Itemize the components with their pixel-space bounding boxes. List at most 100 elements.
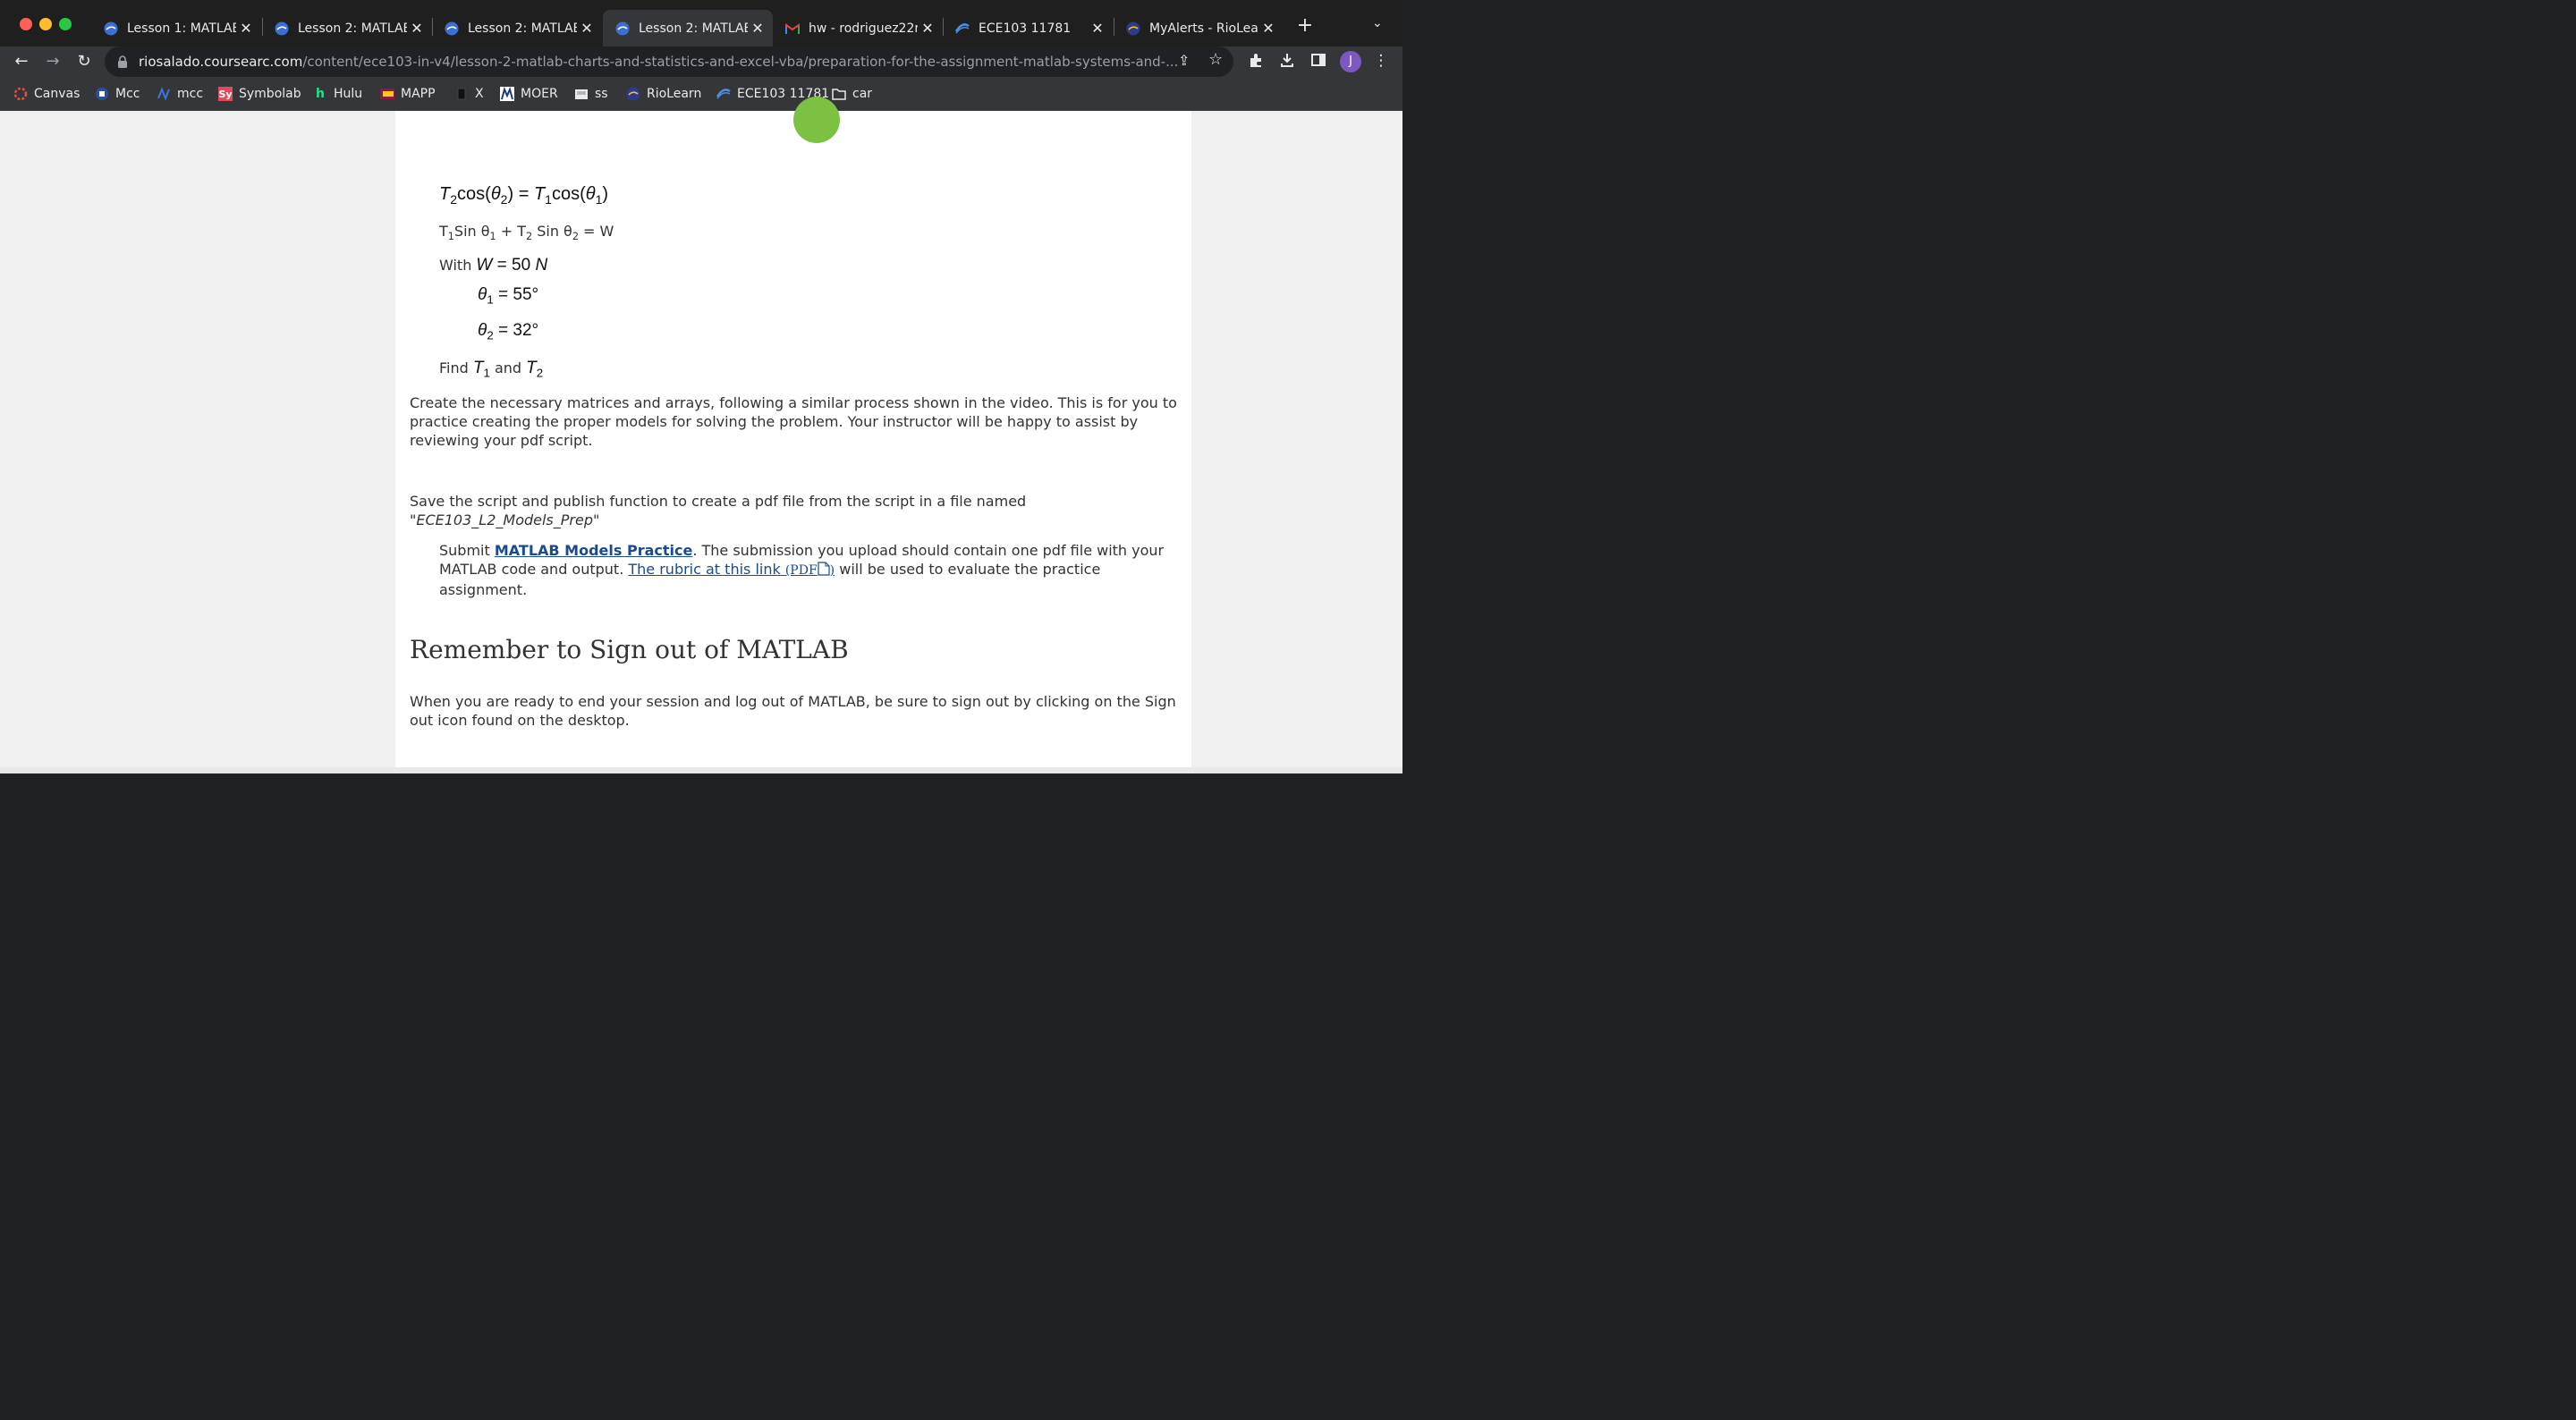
bookmark-mcc-1[interactable]: Mcc bbox=[95, 85, 140, 103]
eq-subscript: 2 bbox=[572, 230, 579, 242]
close-icon[interactable]: ✕ bbox=[1258, 20, 1278, 37]
close-icon[interactable]: ✕ bbox=[577, 20, 597, 37]
eq-symbol: N bbox=[535, 256, 548, 275]
given-theta2: θ2 = 32° bbox=[478, 321, 538, 342]
tab-title: MyAlerts - RioLearn bbox=[1149, 21, 1258, 36]
tab-lesson2-active[interactable]: Lesson 2: MATLAB C ✕ bbox=[603, 10, 773, 46]
bookmark-label: X bbox=[475, 87, 484, 101]
tab-lesson1[interactable]: Lesson 1: MATLAB E ✕ bbox=[91, 10, 261, 46]
hulu-icon: h bbox=[316, 87, 325, 101]
side-panel-icon[interactable] bbox=[1308, 52, 1329, 72]
forward-button[interactable]: → bbox=[42, 51, 64, 72]
maximize-window-button[interactable] bbox=[59, 18, 72, 30]
browser-toolbar: ← → ↻ riosalado.coursearc.com/content/ec… bbox=[0, 46, 1402, 77]
page-viewport: T2cos(θ2) = T1cos(θ1) T1Sin θ1 + T2 Sin … bbox=[0, 97, 1402, 773]
address-bar[interactable]: riosalado.coursearc.com/content/ece103-i… bbox=[105, 46, 1233, 77]
url-text: riosalado.coursearc.com/content/ece103-i… bbox=[139, 54, 1178, 70]
find-label: Find bbox=[439, 359, 473, 376]
bookmark-canvas[interactable]: Canvas bbox=[13, 85, 80, 103]
share-icon[interactable]: ⇪ bbox=[1178, 52, 1190, 69]
back-button[interactable]: ← bbox=[11, 51, 32, 72]
close-icon[interactable]: ✕ bbox=[407, 20, 427, 37]
tab-ece103[interactable]: ECE103 11781 ✕ bbox=[943, 10, 1113, 46]
canvas-course-icon bbox=[716, 87, 731, 101]
tab-lesson2-a[interactable]: Lesson 2: MATLAB C ✕ bbox=[262, 10, 432, 46]
content-card: T2cos(θ2) = T1cos(θ1) T1Sin θ1 + T2 Sin … bbox=[395, 97, 1191, 767]
bookmark-star-icon[interactable]: ☆ bbox=[1208, 50, 1223, 69]
eq-text: T bbox=[439, 223, 448, 240]
close-window-button[interactable] bbox=[20, 18, 32, 30]
tab-myalerts[interactable]: MyAlerts - RioLearn ✕ bbox=[1114, 10, 1284, 46]
reload-button[interactable]: ↻ bbox=[73, 51, 95, 72]
extensions-icon[interactable] bbox=[1245, 52, 1267, 72]
close-icon[interactable]: ✕ bbox=[748, 20, 767, 37]
riolearn-icon bbox=[615, 21, 630, 36]
eq-text: + T bbox=[496, 223, 527, 240]
tab-title: Lesson 2: MATLAB C bbox=[639, 21, 748, 36]
given-weight: With W = 50 N bbox=[439, 256, 547, 275]
save-instructions: Save the script and publish function to … bbox=[410, 492, 1179, 529]
kebab-menu-icon[interactable]: ⋮ bbox=[1370, 52, 1392, 70]
riolearn-icon bbox=[445, 21, 459, 36]
close-icon[interactable]: ✕ bbox=[918, 20, 937, 37]
bookmark-riolearn[interactable]: RioLearn bbox=[626, 85, 701, 103]
save-text: Save the script and publish function to … bbox=[410, 493, 1027, 510]
equation-sin: T1Sin θ1 + T2 Sin θ2 = W bbox=[439, 222, 614, 241]
bookmark-mapp[interactable]: MAPP bbox=[380, 85, 436, 103]
sign-out-paragraph: When you are ready to end your session a… bbox=[410, 693, 1176, 729]
bookmark-mcc-2[interactable]: mcc bbox=[157, 85, 203, 103]
download-icon[interactable] bbox=[1276, 52, 1298, 72]
tab-gmail[interactable]: hw - rodriguez22rd@ ✕ bbox=[773, 10, 943, 46]
gmail-icon bbox=[785, 21, 800, 36]
matlab-models-practice-link[interactable]: MATLAB Models Practice bbox=[495, 542, 692, 559]
eq-symbol: T bbox=[526, 359, 537, 377]
bookmarks-bar: Canvas Mcc mcc Sy Symbolab h Hulu MAPP X… bbox=[0, 77, 1402, 112]
eq-text: and bbox=[489, 359, 527, 376]
folder-icon bbox=[832, 87, 846, 101]
tab-lesson2-b[interactable]: Lesson 2: MATLAB C ✕ bbox=[432, 10, 602, 46]
tab-title: hw - rodriguez22rd@ bbox=[809, 21, 918, 36]
eq-text: = 55° bbox=[493, 285, 539, 304]
eq-subscript: 2 bbox=[487, 328, 494, 342]
mcc-logo-icon bbox=[157, 87, 171, 101]
profile-avatar[interactable]: J bbox=[1340, 51, 1361, 72]
bookmark-x[interactable]: X bbox=[454, 85, 484, 103]
instructions-paragraph: Create the necessary matrices and arrays… bbox=[410, 394, 1177, 449]
tab-strip: Lesson 1: MATLAB E ✕ Lesson 2: MATLAB C … bbox=[0, 0, 1402, 46]
bookmark-symbolab[interactable]: Sy Symbolab bbox=[218, 85, 301, 103]
bookmark-label: RioLearn bbox=[647, 87, 702, 101]
equation-cos: T2cos(θ2) = T1cos(θ1) bbox=[439, 184, 609, 206]
minimize-window-button[interactable] bbox=[39, 18, 52, 30]
pdf-label: (PDF) bbox=[785, 562, 835, 578]
filename-text: "ECE103_L2_Models_Prep" bbox=[410, 511, 600, 528]
eq-text: Sin θ bbox=[532, 223, 572, 240]
with-label: With bbox=[439, 257, 477, 274]
rubric-link-text: The rubric at this link bbox=[628, 561, 781, 578]
tab-title: Lesson 2: MATLAB C bbox=[298, 21, 407, 36]
tab-search-chevron-icon[interactable]: ⌄ bbox=[1372, 16, 1383, 30]
eq-symbol: T bbox=[533, 184, 546, 204]
new-tab-button[interactable]: + bbox=[1294, 14, 1316, 37]
bookmark-folder-car[interactable]: car bbox=[832, 85, 872, 103]
accent-circle bbox=[793, 97, 840, 143]
close-icon[interactable]: ✕ bbox=[236, 20, 256, 37]
eq-symbol: θ bbox=[478, 321, 487, 340]
eq-symbol: θ bbox=[585, 184, 596, 204]
tab-title: Lesson 1: MATLAB E bbox=[127, 21, 236, 36]
tab-title: Lesson 2: MATLAB C bbox=[468, 21, 577, 36]
tab-title: ECE103 11781 bbox=[979, 21, 1072, 36]
pdf-file-icon bbox=[818, 562, 830, 576]
eq-text: ) bbox=[602, 184, 609, 204]
section-heading: Remember to Sign out of MATLAB bbox=[410, 635, 849, 664]
eq-text: = bbox=[513, 184, 534, 204]
eq-text: cos( bbox=[457, 184, 491, 204]
bookmark-hulu[interactable]: h Hulu bbox=[313, 85, 362, 103]
bookmark-label: ss bbox=[595, 87, 608, 101]
riolearn-icon bbox=[275, 21, 289, 36]
riolearn-icon bbox=[1126, 21, 1140, 36]
bookmark-label: Symbolab bbox=[239, 87, 301, 101]
close-icon[interactable]: ✕ bbox=[1088, 20, 1107, 37]
bookmark-ss[interactable]: ss bbox=[574, 85, 608, 103]
rubric-link[interactable]: The rubric at this link (PDF) bbox=[628, 561, 835, 578]
bookmark-moer[interactable]: MOER bbox=[500, 85, 558, 103]
